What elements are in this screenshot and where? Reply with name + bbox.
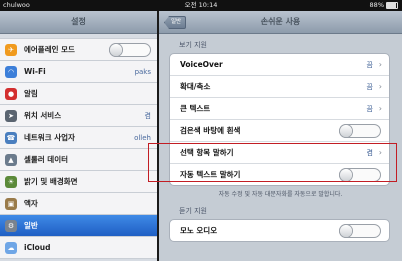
carrier-value: olleh bbox=[134, 133, 151, 142]
row-voiceover[interactable]: VoiceOver 끔 › bbox=[170, 54, 389, 76]
sidebar-item-location-services[interactable]: ➤ 위치 서비스 켬 bbox=[0, 105, 157, 127]
status-bar: chulwoo 오전 10:14 88% bbox=[0, 0, 402, 11]
sidebar-item-brightness[interactable]: ☀ 밝기 및 배경화면 bbox=[0, 171, 157, 193]
settings-sidebar: 설정 ✈ 에어플레인 모드 ◠ Wi-Fi paks ● 알림 ➤ 위치 서비스… bbox=[0, 11, 157, 261]
white-on-black-toggle[interactable] bbox=[339, 124, 381, 138]
page-title: 손쉬운 사용 bbox=[260, 17, 301, 26]
sidebar-item-airplane-mode[interactable]: ✈ 에어플레인 모드 bbox=[0, 38, 157, 61]
hearing-group: 모노 오디오 bbox=[169, 219, 390, 242]
gear-icon: ⚙ bbox=[5, 219, 17, 232]
picture-frame-icon: ▣ bbox=[5, 197, 17, 210]
wifi-value: paks bbox=[134, 67, 151, 76]
speak-auto-text-footnote: 자동 수정 및 자동 대문자화를 자동으로 말합니다. bbox=[218, 191, 343, 198]
accessibility-pane: 일반 손쉬운 사용 보기 지원 VoiceOver 끔 › 확대/축소 끔 › … bbox=[159, 11, 402, 261]
airplane-mode-toggle[interactable] bbox=[109, 43, 151, 57]
airplane-icon: ✈ bbox=[5, 43, 17, 56]
section-header-hearing: 듣기 지원 bbox=[179, 207, 207, 215]
wifi-icon: ◠ bbox=[5, 65, 17, 78]
battery-percent: 88% bbox=[369, 1, 384, 9]
battery-indicator: 88% bbox=[370, 0, 398, 11]
brightness-icon: ☀ bbox=[5, 175, 17, 188]
phone-icon: ☎ bbox=[5, 131, 17, 144]
row-speak-auto-text: 자동 텍스트 말하기 bbox=[170, 164, 389, 185]
location-value: 켬 bbox=[144, 111, 151, 120]
cloud-icon: ☁ bbox=[5, 241, 17, 254]
battery-icon bbox=[386, 2, 398, 9]
chevron-right-icon: › bbox=[378, 148, 382, 157]
row-speak-selection[interactable]: 선택 항목 말하기 켬 › bbox=[170, 142, 389, 164]
detail-navbar: 일반 손쉬운 사용 bbox=[159, 11, 402, 34]
row-zoom[interactable]: 확대/축소 끔 › bbox=[170, 76, 389, 98]
row-white-on-black: 검은색 바탕에 흰색 bbox=[170, 120, 389, 142]
sidebar-item-wifi[interactable]: ◠ Wi-Fi paks bbox=[0, 61, 157, 83]
chevron-right-icon: › bbox=[378, 60, 382, 69]
cellular-icon: ▲ bbox=[5, 153, 17, 166]
sidebar-item-general[interactable]: ⚙ 일반 bbox=[0, 215, 157, 237]
location-icon: ➤ bbox=[5, 109, 17, 122]
chevron-right-icon: › bbox=[378, 104, 382, 113]
row-mono-audio: 모노 오디오 bbox=[170, 220, 389, 241]
chevron-right-icon: › bbox=[378, 82, 382, 91]
vision-group: VoiceOver 끔 › 확대/축소 끔 › 큰 텍스트 끔 › 검은색 바탕… bbox=[169, 53, 390, 186]
sidebar-item-notifications[interactable]: ● 알림 bbox=[0, 83, 157, 105]
sidebar-item-cellular-data[interactable]: ▲ 셀룰러 데이터 bbox=[0, 149, 157, 171]
notifications-icon: ● bbox=[5, 87, 17, 100]
mono-audio-toggle[interactable] bbox=[339, 224, 381, 238]
speak-auto-text-toggle[interactable] bbox=[339, 168, 381, 182]
sidebar-item-icloud[interactable]: ☁ iCloud bbox=[0, 237, 157, 259]
sidebar-item-carrier[interactable]: ☎ 네트워크 사업자 olleh bbox=[0, 127, 157, 149]
section-header-vision: 보기 지원 bbox=[179, 41, 207, 49]
row-large-text[interactable]: 큰 텍스트 끔 › bbox=[170, 98, 389, 120]
sidebar-title: 설정 bbox=[0, 11, 157, 34]
sidebar-item-picture-frame[interactable]: ▣ 액자 bbox=[0, 193, 157, 215]
clock: 오전 10:14 bbox=[184, 1, 218, 9]
